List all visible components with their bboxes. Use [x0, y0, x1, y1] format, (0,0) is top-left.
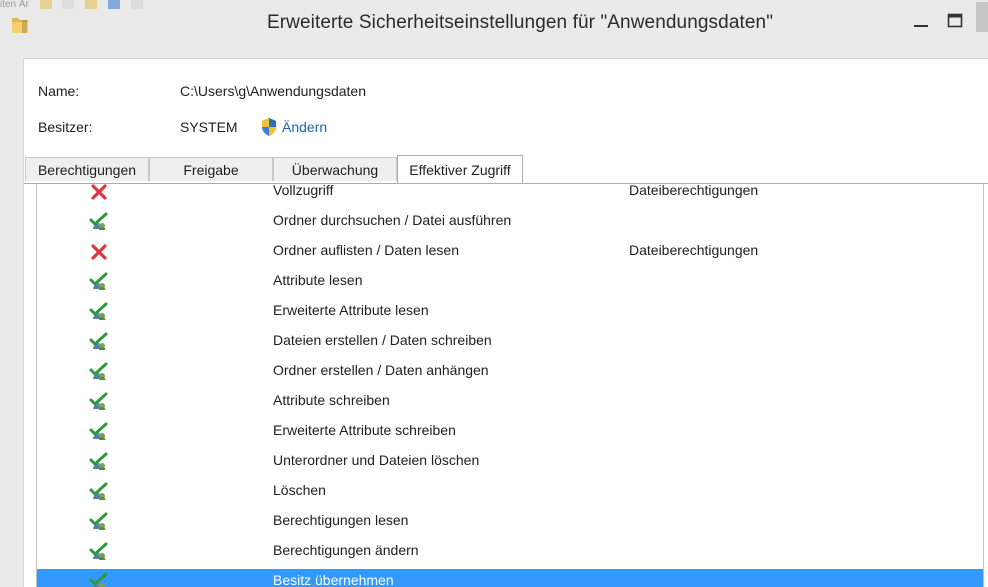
- allow-icon: [89, 362, 109, 382]
- allow-icon: [89, 482, 108, 500]
- minimize-icon: [914, 25, 928, 27]
- minimize-button[interactable]: [906, 8, 936, 34]
- allow-icon: [89, 512, 109, 532]
- allow-icon: [89, 542, 109, 562]
- permission-name: Berechtigungen lesen: [273, 512, 409, 528]
- allow-icon: [89, 272, 109, 292]
- permission-name: Ordner auflisten / Daten lesen: [273, 242, 459, 258]
- window-title: Erweiterte Sicherheitseinstellungen für …: [266, 12, 774, 33]
- permission-row[interactable]: Dateien erstellen / Daten schreiben: [37, 329, 983, 359]
- name-value: C:\Users\g\Anwendungsdaten: [180, 83, 366, 99]
- deny-icon: [91, 184, 107, 200]
- allow-icon: [89, 542, 108, 560]
- effective-access-list[interactable]: Vollzugriff Dateiberechtigungen Ordner dur…: [36, 184, 984, 587]
- maximize-button[interactable]: [940, 8, 970, 34]
- allow-icon: [89, 452, 108, 470]
- uac-shield-icon: [262, 118, 276, 136]
- background-window-text: iten Är: [0, 0, 29, 10]
- allow-icon: [89, 212, 108, 230]
- title-bar: iten Är Erweiterte Sicherheitseinstellun…: [0, 0, 988, 52]
- permission-row[interactable]: Berechtigungen lesen: [37, 509, 983, 539]
- tab-ueberwachung[interactable]: Überwachung: [273, 157, 397, 181]
- tab-freigabe[interactable]: Freigabe: [149, 157, 273, 181]
- owner-value: SYSTEM: [180, 119, 238, 135]
- change-owner-link[interactable]: Ändern: [282, 119, 327, 135]
- permission-name: Ordner durchsuchen / Datei ausführen: [273, 212, 512, 228]
- permission-name: Erweiterte Attribute lesen: [273, 302, 429, 318]
- permission-row[interactable]: Attribute lesen: [37, 269, 983, 299]
- background-toolbar-icon: [39, 0, 52, 9]
- permission-name: Besitz übernehmen: [273, 572, 394, 587]
- permission-limited-by: Dateiberechtigungen: [629, 184, 759, 198]
- maximize-icon: [947, 13, 963, 28]
- allow-icon: [89, 332, 109, 352]
- background-toolbar-icon: [85, 0, 98, 9]
- allow-icon: [89, 212, 109, 232]
- permission-name: Ordner erstellen / Daten anhängen: [273, 362, 489, 378]
- permission-name: Attribute lesen: [273, 272, 363, 288]
- permission-row[interactable]: Löschen: [37, 479, 983, 509]
- dialog-content: Name: C:\Users\g\Anwendungsdaten Besitze…: [23, 58, 988, 587]
- allow-icon: [89, 302, 109, 322]
- background-window-strip: iten Är: [0, 0, 230, 10]
- owner-label: Besitzer:: [38, 119, 93, 135]
- close-button[interactable]: [976, 2, 988, 32]
- name-label: Name:: [38, 83, 80, 99]
- background-toolbar-icon: [108, 0, 121, 9]
- allow-icon: [89, 512, 108, 530]
- allow-icon: [89, 482, 109, 502]
- allow-icon: [89, 362, 108, 380]
- allow-icon: [89, 422, 108, 440]
- permission-name: Dateien erstellen / Daten schreiben: [273, 332, 492, 348]
- deny-icon: [91, 244, 107, 260]
- tab-berechtigungen[interactable]: Berechtigungen: [25, 157, 149, 181]
- permission-name: Berechtigungen ändern: [273, 542, 419, 558]
- permission-row[interactable]: Berechtigungen ändern: [37, 539, 983, 569]
- permission-limited-by: Dateiberechtigungen: [629, 242, 759, 258]
- background-toolbar-icon: [130, 0, 143, 9]
- allow-icon: [89, 572, 109, 587]
- deny-icon: [89, 184, 109, 202]
- permission-name: Unterordner und Dateien löschen: [273, 452, 480, 468]
- allow-icon: [89, 422, 109, 442]
- permission-row[interactable]: Vollzugriff Dateiberechtigungen: [37, 184, 983, 209]
- permission-row[interactable]: Unterordner und Dateien löschen: [37, 449, 983, 479]
- permission-row[interactable]: Ordner durchsuchen / Datei ausführen: [37, 209, 983, 239]
- allow-icon: [89, 332, 108, 350]
- allow-icon: [89, 302, 108, 320]
- tab-bar: Berechtigungen Freigabe Überwachung Effe…: [25, 155, 988, 183]
- allow-icon: [89, 452, 109, 472]
- permission-row[interactable]: Ordner erstellen / Daten anhängen: [37, 359, 983, 389]
- allow-icon: [89, 392, 109, 412]
- permission-row[interactable]: Ordner auflisten / Daten lesen Dateiberec…: [37, 239, 983, 269]
- permission-name: Löschen: [273, 482, 326, 498]
- permission-name: Attribute schreiben: [273, 392, 390, 408]
- permission-row[interactable]: Erweiterte Attribute lesen: [37, 299, 983, 329]
- permission-row[interactable]: Attribute schreiben: [37, 389, 983, 419]
- permission-row[interactable]: Besitz übernehmen: [37, 569, 983, 587]
- deny-icon: [89, 242, 109, 262]
- permission-name: Vollzugriff: [273, 184, 334, 198]
- allow-icon: [89, 572, 108, 587]
- tab-effektiver-zugriff[interactable]: Effektiver Zugriff: [397, 155, 523, 183]
- permission-name: Erweiterte Attribute schreiben: [273, 422, 456, 438]
- allow-icon: [89, 392, 108, 410]
- background-toolbar-icon: [62, 0, 75, 9]
- allow-icon: [89, 272, 108, 290]
- permission-row[interactable]: Erweiterte Attribute schreiben: [37, 419, 983, 449]
